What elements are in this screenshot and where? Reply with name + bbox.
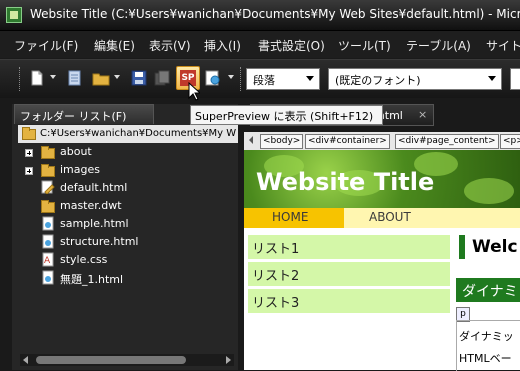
expand-about-icon[interactable] xyxy=(25,149,33,157)
open-folder-icon[interactable] xyxy=(92,69,110,87)
welcome-heading: Welc xyxy=(472,237,518,257)
toolbar: SP 段落 (既定のフォント) xyxy=(0,59,520,98)
open-folder-dropdown[interactable] xyxy=(114,75,120,79)
section-heading: ダイナミ xyxy=(462,284,518,300)
tag-body[interactable]: <body> xyxy=(260,134,304,149)
tree-item-sample-html[interactable]: sample.html xyxy=(60,217,129,230)
tree-item-style-css[interactable]: style.css xyxy=(60,253,107,266)
menu-bar: ファイル(F) 編集(E) 表示(V) 挿入(I) 書式設定(O) ツール(T)… xyxy=(0,31,520,58)
tree-item-master-dwt[interactable]: master.dwt xyxy=(60,199,122,212)
tree-item-images[interactable]: images xyxy=(60,163,100,176)
html-edit-icon xyxy=(41,180,55,194)
app-icon[interactable] xyxy=(6,7,22,23)
scrollbar-thumb[interactable] xyxy=(36,356,186,364)
tag-nav-left-icon[interactable] xyxy=(247,135,255,145)
font-size-select[interactable] xyxy=(510,68,520,90)
css-file-icon: A xyxy=(42,252,54,267)
folder-icon xyxy=(22,127,36,140)
tree-item-structure-html[interactable]: structure.html xyxy=(60,235,138,248)
new-page-icon[interactable] xyxy=(28,69,46,87)
menu-edit[interactable]: 編集(E) xyxy=(94,37,135,54)
menu-table[interactable]: テーブル(A) xyxy=(406,37,471,54)
menu-site[interactable]: サイト xyxy=(486,37,520,54)
mouse-cursor-icon xyxy=(188,82,200,101)
tooltip-text: SuperPreview に表示 (Shift+F12) xyxy=(195,110,374,123)
folder-icon xyxy=(41,146,55,159)
new-page-dropdown[interactable] xyxy=(50,75,56,79)
side-list-label: リスト2 xyxy=(252,269,300,284)
menu-tools[interactable]: ツール(T) xyxy=(338,37,391,54)
preview-browser-dropdown[interactable] xyxy=(228,75,234,79)
paragraph-style-select[interactable]: 段落 xyxy=(246,68,320,90)
expand-images-icon[interactable] xyxy=(25,167,33,175)
folder-list-title: フォルダー リスト(F) xyxy=(20,110,127,123)
toolbar-grip[interactable] xyxy=(19,67,23,91)
site-title: Website Title xyxy=(256,168,435,196)
folder-icon xyxy=(41,164,55,177)
svg-text:A: A xyxy=(44,256,51,266)
html-file-icon xyxy=(42,270,54,285)
paragraph-line: ダイナミッ xyxy=(459,330,514,343)
html-file-icon xyxy=(42,216,54,231)
folder-icon xyxy=(41,200,55,213)
folder-root-path: C:¥Users¥wanichan¥Documents¥My W xyxy=(40,128,236,139)
html-file-icon xyxy=(42,234,54,249)
side-list-label: リスト3 xyxy=(252,296,300,311)
menu-view[interactable]: 表示(V) xyxy=(149,37,191,54)
window-title: Website Title (C:¥Users¥wanichan¥Documen… xyxy=(30,7,520,21)
tree-item-default-html[interactable]: default.html xyxy=(60,181,127,194)
paragraph-style-value: 段落 xyxy=(253,74,275,87)
chevron-down-icon xyxy=(488,76,496,81)
font-family-value: (既定のフォント) xyxy=(335,74,421,87)
tag-p[interactable]: <p> xyxy=(500,134,520,149)
nav-link-about[interactable]: ABOUT xyxy=(369,210,411,224)
font-family-select[interactable]: (既定のフォント) xyxy=(328,68,502,90)
nav-link-home[interactable]: HOME xyxy=(272,210,308,224)
scroll-right-icon[interactable] xyxy=(224,356,232,364)
tag-div-container[interactable]: <div#container> xyxy=(305,134,390,149)
welcome-accent-bar xyxy=(459,235,465,259)
tree-item-about[interactable]: about xyxy=(60,145,92,158)
tree-item-untitled-html[interactable]: 無題_1.html xyxy=(60,271,123,287)
side-list-label: リスト1 xyxy=(252,242,300,257)
publish-icon[interactable] xyxy=(153,69,171,87)
toolbar-grip-2[interactable] xyxy=(240,67,244,91)
chevron-down-icon xyxy=(306,76,314,81)
open-file-icon[interactable] xyxy=(66,69,84,87)
save-icon[interactable] xyxy=(130,69,148,87)
scroll-left-icon[interactable] xyxy=(22,356,30,364)
tag-div-page-content[interactable]: <div#page_content> xyxy=(395,134,499,149)
menu-insert[interactable]: 挿入(I) xyxy=(204,37,241,54)
menu-format[interactable]: 書式設定(O) xyxy=(258,37,325,54)
preview-browser-icon[interactable] xyxy=(204,69,222,87)
paragraph-line: HTMLベー xyxy=(459,352,512,365)
close-icon[interactable]: × xyxy=(418,108,427,121)
menu-file[interactable]: ファイル(F) xyxy=(14,37,78,54)
